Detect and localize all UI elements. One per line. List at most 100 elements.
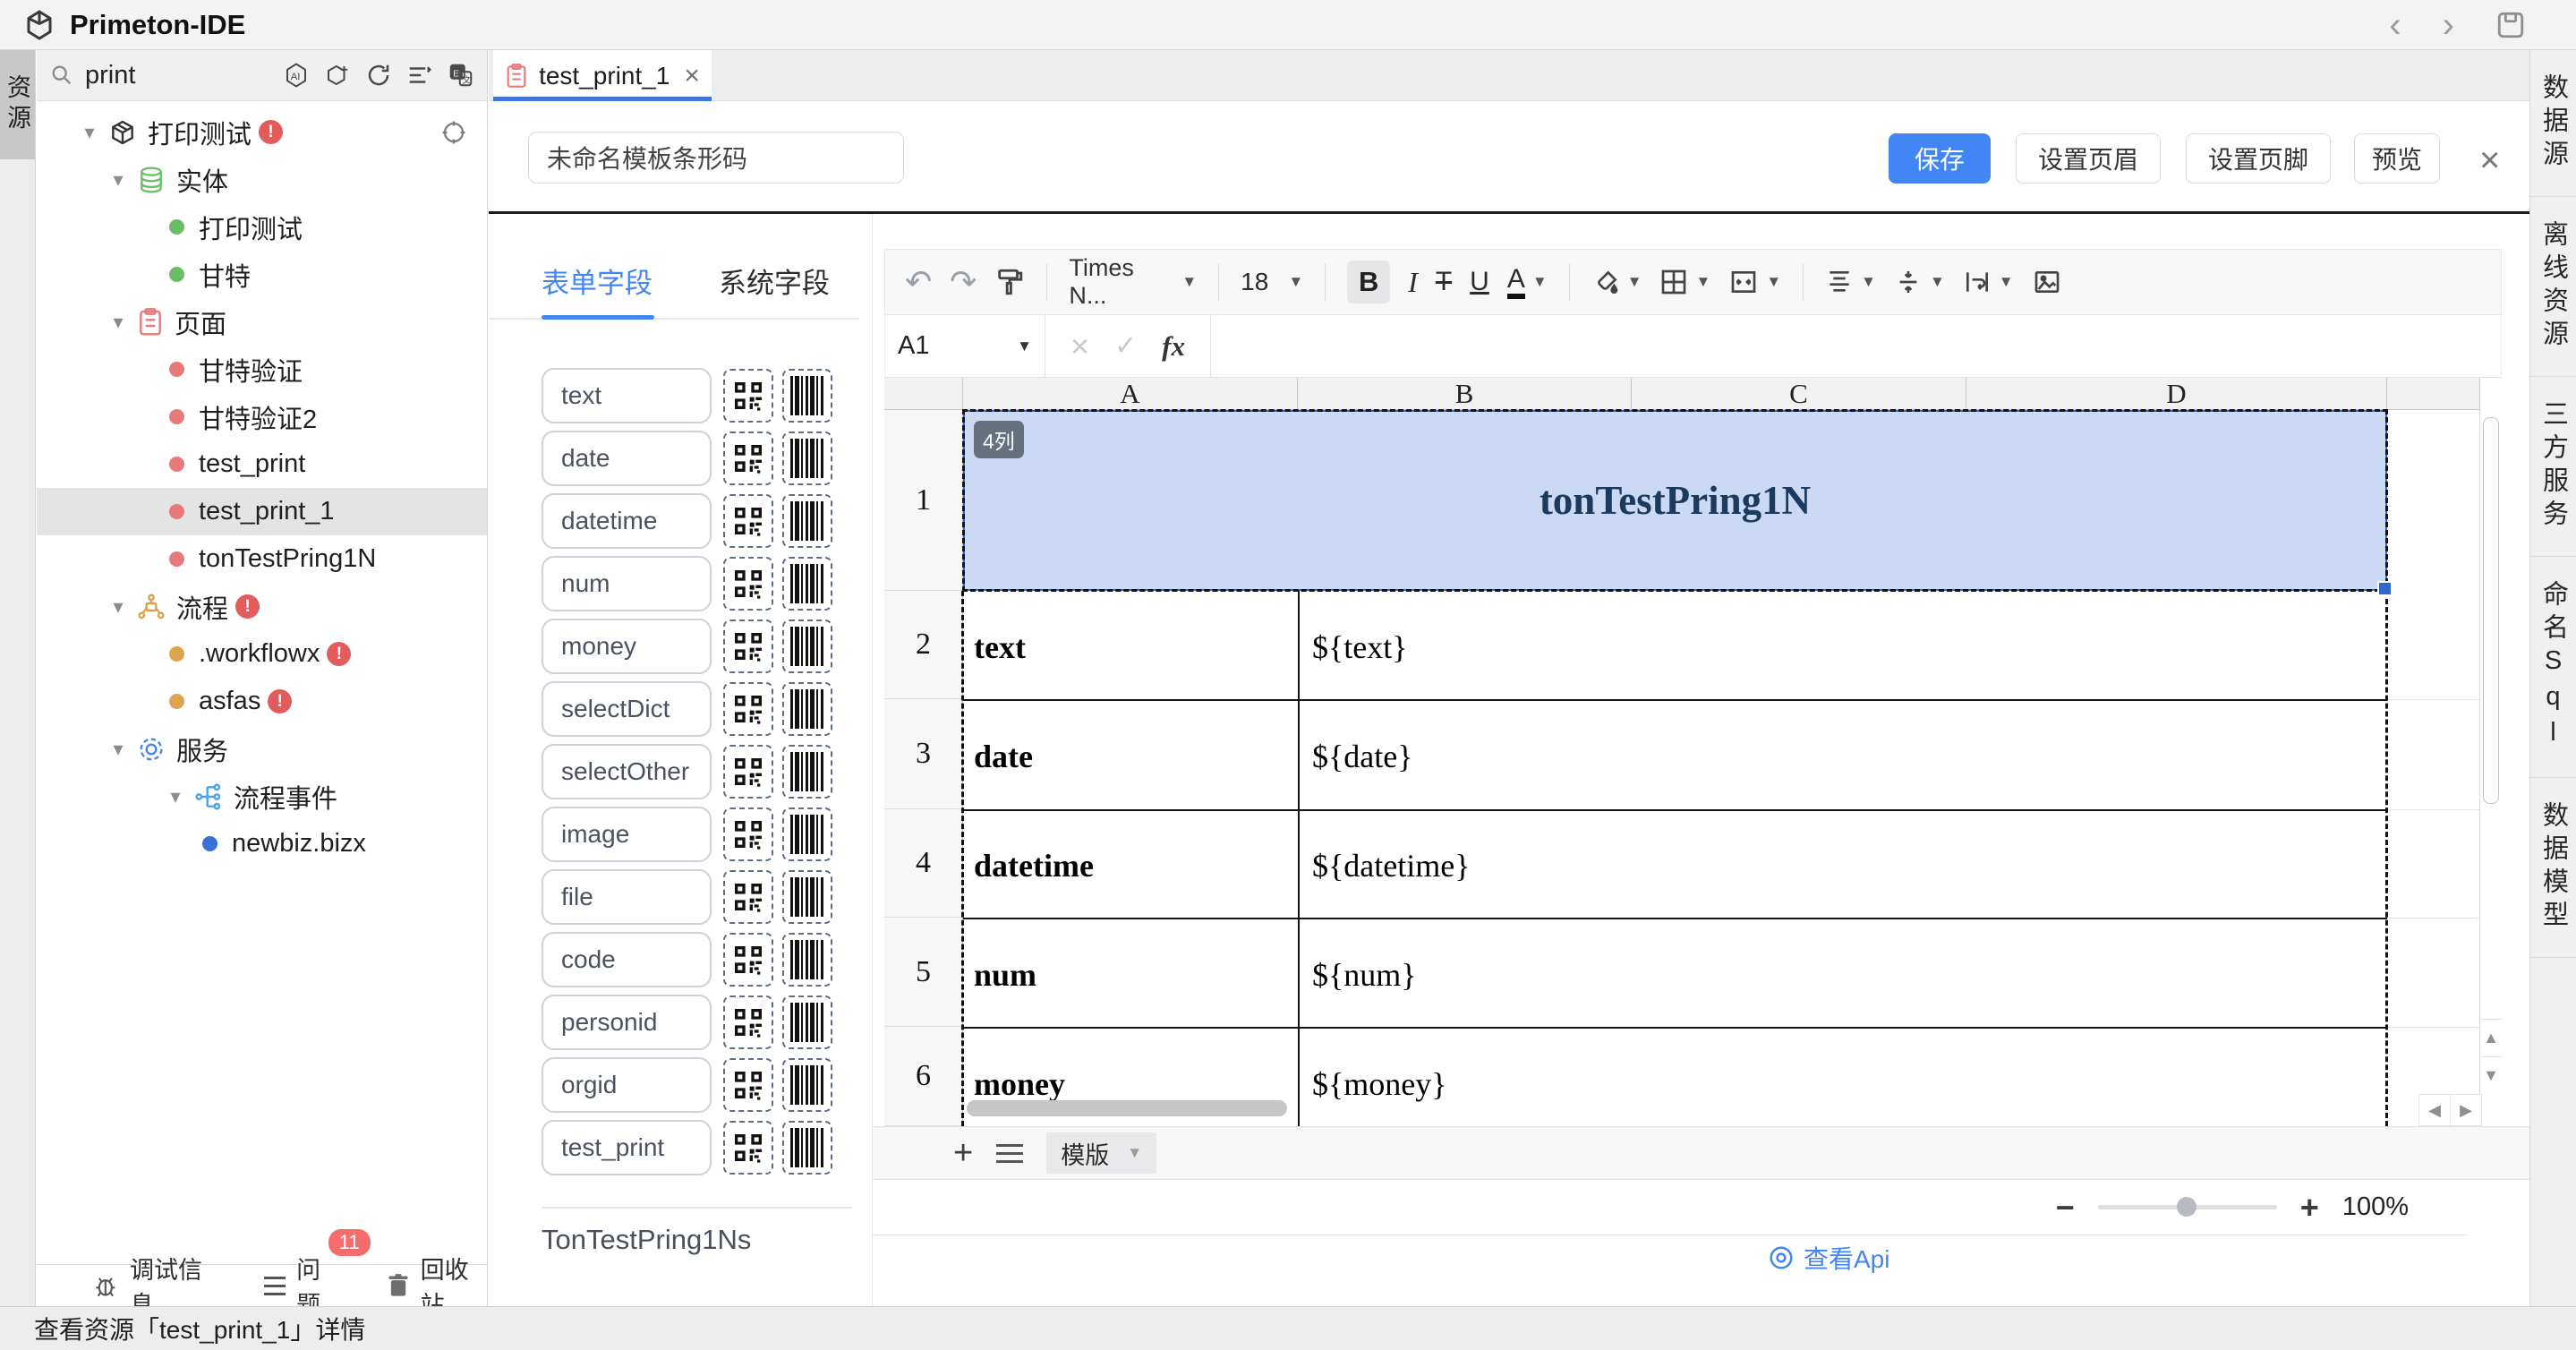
horizontal-align-button[interactable]: ▼: [1825, 268, 1876, 296]
barcode-icon[interactable]: [782, 745, 832, 799]
barcode-icon[interactable]: [782, 494, 832, 548]
cell-b6[interactable]: ${money}: [1312, 1065, 1447, 1103]
tree-item-gantt-entity[interactable]: 甘特: [37, 251, 487, 298]
rail-tab-third-party-services[interactable]: 三方服务: [2530, 377, 2576, 557]
rail-tab-data-model[interactable]: 数据模型: [2530, 778, 2576, 958]
vertical-align-button[interactable]: ▼: [1894, 268, 1945, 296]
insert-image-button[interactable]: [2032, 268, 2062, 296]
qr-code-icon[interactable]: [723, 745, 773, 799]
cell-b2[interactable]: ${text}: [1312, 628, 1408, 666]
font-size-select[interactable]: 18▼: [1241, 268, 1303, 296]
barcode-icon[interactable]: [782, 369, 832, 423]
sheet-grid[interactable]: A B C D 1 2 3 4 5 6: [884, 378, 2502, 1126]
field-chip[interactable]: num: [542, 556, 712, 611]
rail-tab-data-source[interactable]: 数据源: [2530, 50, 2576, 197]
view-api-link[interactable]: 查看Api: [1768, 1240, 1889, 1276]
confirm-entry-icon[interactable]: ✓: [1114, 330, 1137, 362]
cell-a6[interactable]: money: [974, 1065, 1065, 1103]
sheet-list-icon[interactable]: [996, 1144, 1023, 1163]
search-input[interactable]: [83, 60, 283, 91]
qr-code-icon[interactable]: [723, 494, 773, 548]
qr-code-icon[interactable]: [723, 995, 773, 1049]
underline-button[interactable]: U: [1470, 267, 1489, 297]
tree-item-tontestpring1n[interactable]: tonTestPring1N: [37, 535, 487, 583]
field-chip[interactable]: date: [542, 431, 712, 486]
barcode-icon[interactable]: [782, 682, 832, 736]
row-header-4[interactable]: 4: [884, 809, 963, 918]
paint-format-icon[interactable]: [994, 267, 1025, 297]
qr-code-icon[interactable]: [723, 1121, 773, 1175]
barcode-icon[interactable]: [782, 619, 832, 673]
column-header-c[interactable]: C: [1632, 378, 1966, 410]
scroll-down-icon[interactable]: ▼: [2480, 1056, 2502, 1093]
cell-name-box[interactable]: A1 ▼: [885, 331, 1032, 361]
scroll-right-icon[interactable]: ▶: [2450, 1094, 2482, 1126]
caret-down-icon[interactable]: ▾: [105, 311, 132, 334]
scroll-left-icon[interactable]: ◀: [2418, 1094, 2451, 1126]
cell-a3[interactable]: date: [974, 738, 1033, 775]
qr-code-icon[interactable]: [723, 933, 773, 987]
field-chip[interactable]: test_print: [542, 1120, 712, 1175]
caret-down-icon[interactable]: ▾: [105, 595, 132, 619]
tree-item-entities[interactable]: ▾ 实体: [37, 156, 487, 203]
redo-icon[interactable]: ↷: [950, 263, 977, 301]
zoom-out-icon[interactable]: −: [2056, 1189, 2075, 1226]
field-chip[interactable]: code: [542, 932, 712, 987]
tree-item-test-print[interactable]: test_print: [37, 440, 487, 488]
row-header-1[interactable]: 1: [884, 410, 963, 591]
editor-close-icon[interactable]: ×: [2479, 141, 2500, 181]
nav-back-icon[interactable]: ‹: [2389, 7, 2401, 43]
zoom-in-icon[interactable]: +: [2300, 1189, 2319, 1226]
undo-icon[interactable]: ↶: [905, 263, 932, 301]
qr-code-icon[interactable]: [723, 870, 773, 924]
preview-button[interactable]: 预览: [2354, 133, 2440, 184]
cell-b5[interactable]: ${num}: [1312, 956, 1417, 994]
tree-item-services[interactable]: ▾ 服务: [37, 725, 487, 773]
caret-down-icon[interactable]: ▾: [162, 785, 189, 808]
translate-icon[interactable]: En文: [448, 62, 474, 89]
zoom-slider-handle[interactable]: [2177, 1197, 2196, 1217]
barcode-icon[interactable]: [782, 933, 832, 987]
cell-a4[interactable]: datetime: [974, 847, 1094, 884]
caret-down-icon[interactable]: ▾: [105, 738, 132, 761]
qr-code-icon[interactable]: [723, 369, 773, 423]
filter-list-icon[interactable]: [406, 62, 433, 89]
cancel-entry-icon[interactable]: ×: [1070, 328, 1089, 365]
barcode-icon[interactable]: [782, 807, 832, 861]
tab-system-fields[interactable]: 系统字段: [719, 261, 830, 301]
qr-code-icon[interactable]: [723, 431, 773, 485]
field-chip[interactable]: datetime: [542, 493, 712, 549]
italic-button[interactable]: I: [1408, 266, 1418, 299]
field-chip[interactable]: file: [542, 869, 712, 925]
row-header-2[interactable]: 2: [884, 591, 963, 699]
font-color-button[interactable]: A▼: [1507, 265, 1548, 299]
refresh-icon[interactable]: [365, 62, 392, 89]
text-wrap-button[interactable]: ▼: [1963, 268, 2014, 296]
barcode-icon[interactable]: [782, 1121, 832, 1175]
row-header-6[interactable]: 6: [884, 1027, 963, 1126]
field-chip[interactable]: image: [542, 807, 712, 862]
ai-assistant-icon[interactable]: AI: [283, 62, 310, 89]
cell-b3[interactable]: ${date}: [1312, 738, 1413, 775]
add-sheet-icon[interactable]: +: [953, 1134, 973, 1173]
column-header-b[interactable]: B: [1298, 378, 1632, 410]
rail-tab-offline-resources[interactable]: 离线资源: [2530, 197, 2576, 377]
barcode-icon[interactable]: [782, 870, 832, 924]
tree-item-gantt-verify2[interactable]: 甘特验证2: [37, 393, 487, 440]
vertical-scrollbar-thumb[interactable]: [2483, 417, 2499, 804]
barcode-icon[interactable]: [782, 557, 832, 611]
tree-item-test-print-1[interactable]: test_print_1: [37, 488, 487, 535]
template-name-input[interactable]: [528, 132, 904, 184]
field-chip[interactable]: money: [542, 619, 712, 674]
tree-item-gantt-verify[interactable]: 甘特验证: [37, 346, 487, 393]
barcode-icon[interactable]: [782, 431, 832, 485]
field-chip[interactable]: text: [542, 368, 712, 423]
fill-color-button[interactable]: ▼: [1591, 268, 1642, 296]
barcode-icon[interactable]: [782, 1058, 832, 1112]
bold-button[interactable]: B: [1347, 261, 1390, 303]
merge-cells-button[interactable]: ▼: [1728, 268, 1781, 296]
tree-item-newbiz-bizx[interactable]: newbiz.bizx: [37, 820, 487, 867]
zoom-slider[interactable]: [2098, 1205, 2277, 1209]
qr-code-icon[interactable]: [723, 557, 773, 611]
set-page-header-button[interactable]: 设置页眉: [2016, 133, 2161, 184]
